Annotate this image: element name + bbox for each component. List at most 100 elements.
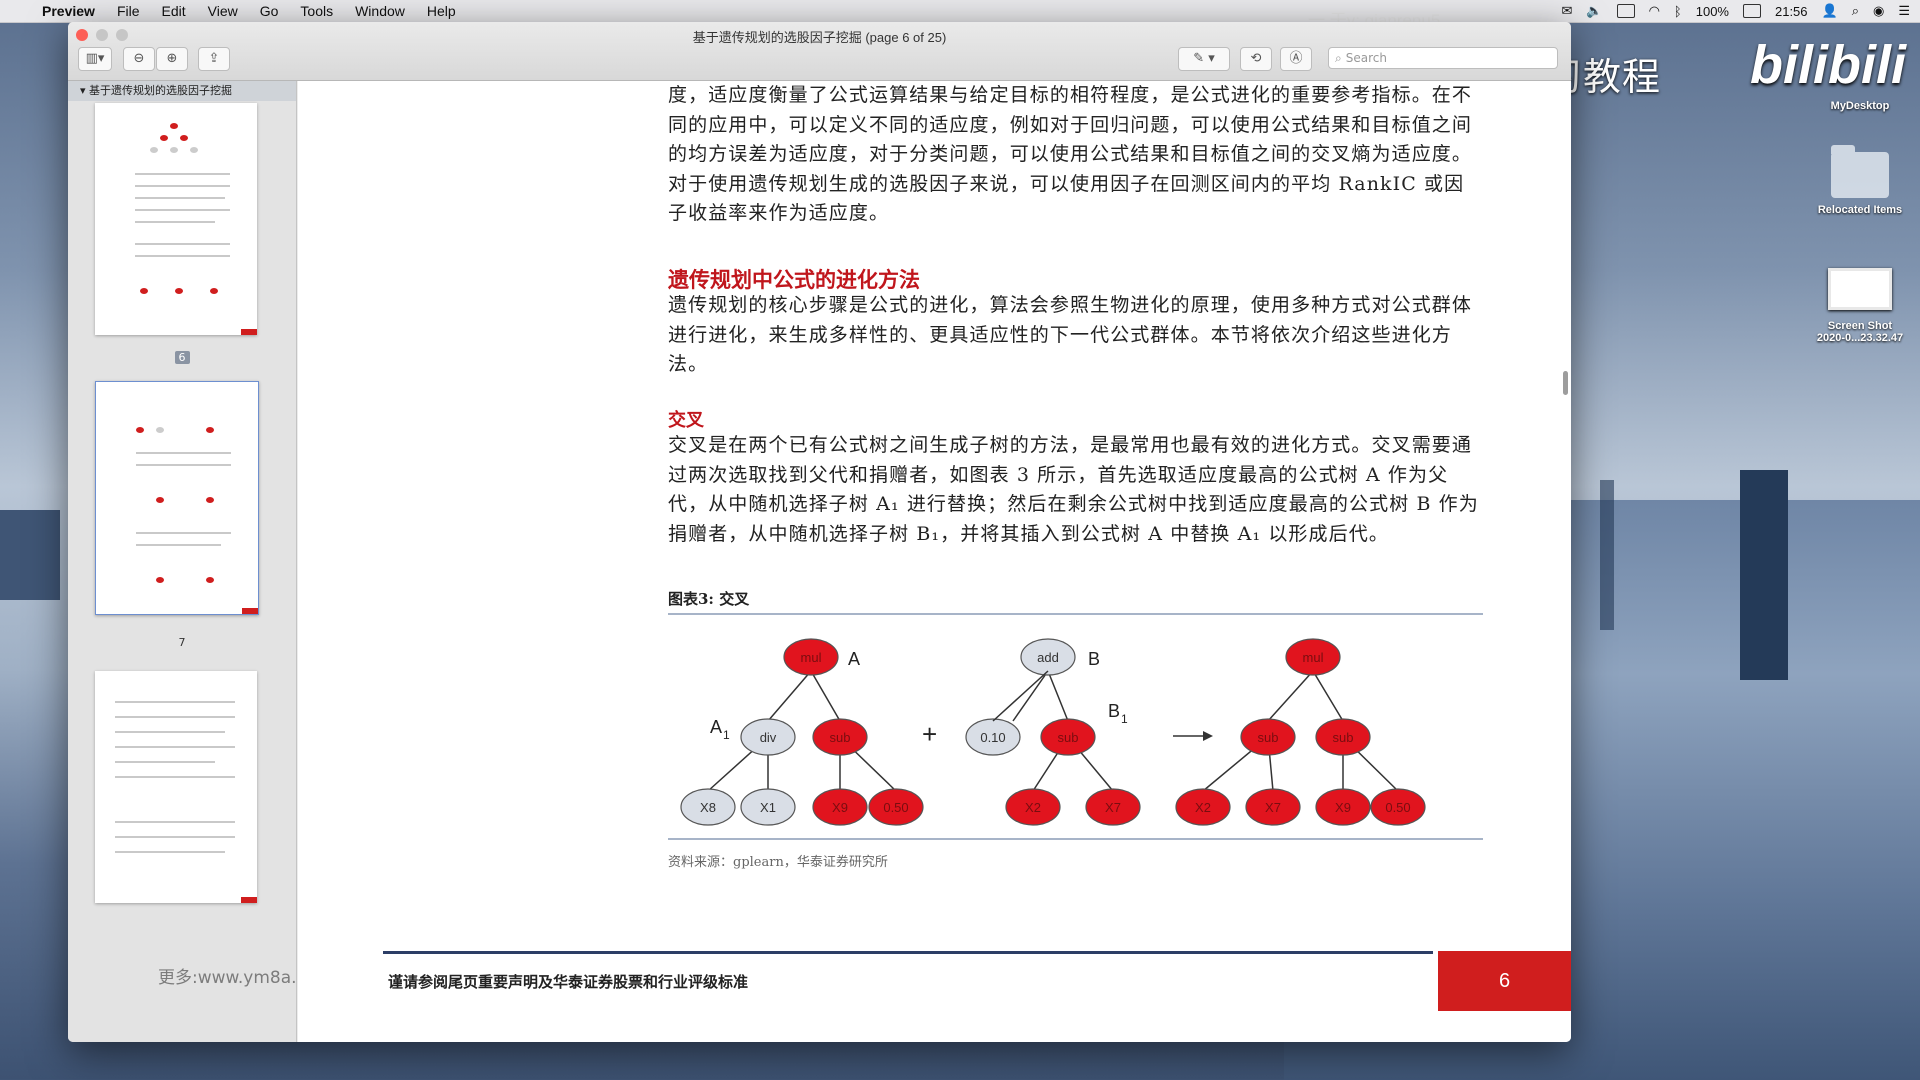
tag-a1: A <box>710 717 722 737</box>
desktop-icon-label: Screen Shot <box>1827 320 1893 332</box>
footer-disclaimer: 谨请参阅尾页重要声明及华泰证券股票和行业评级标准 <box>388 973 749 991</box>
plus-sign: + <box>922 719 937 749</box>
thumb-node <box>210 288 218 294</box>
thumb-text-line <box>115 716 235 718</box>
scrollbar-thumb[interactable] <box>1563 371 1568 395</box>
edge <box>767 670 812 722</box>
figure-caption: 图表3: 交叉 <box>668 590 750 608</box>
thumb-text-line <box>115 731 225 733</box>
thumb-text-line <box>115 776 235 778</box>
markup-pen-button[interactable]: ✎ ▾ <box>1178 47 1230 71</box>
label-b-sub: sub <box>1058 730 1079 745</box>
page-number-label: 6 <box>68 351 296 364</box>
crossover-diagram: mul div sub X8 X1 X9 0.50 add 0.10 sub X… <box>680 638 1426 826</box>
thumb-node <box>156 497 164 503</box>
zoom-out-button[interactable]: ⊖ <box>123 47 155 71</box>
thumb-node <box>175 288 183 294</box>
label-c-sub1: sub <box>1258 730 1279 745</box>
thumb-footer-mark <box>241 897 257 903</box>
user-icon[interactable]: 👤 <box>1822 3 1838 19</box>
page-thumbnail-6-selected[interactable] <box>95 381 259 615</box>
desktop-icon-sublabel: 2020-0...23.32.47 <box>1816 332 1904 344</box>
tag-a: A <box>848 649 860 669</box>
page-thumbnail-7[interactable] <box>95 671 257 903</box>
thumb-text-line <box>136 544 221 546</box>
wifi-icon[interactable]: ◠ <box>1649 3 1660 19</box>
bridge-tower <box>1740 470 1788 680</box>
window-titlebar[interactable]: 基于遗传规划的选股因子挖掘 (page 6 of 25) ▥▾ ⊖ ⊕ ⇪ ✎ … <box>68 22 1571 81</box>
edge <box>810 670 841 722</box>
thumb-text-line <box>115 701 235 703</box>
label-a-x9: X9 <box>832 800 848 815</box>
page-number-label: 7 <box>178 636 186 649</box>
search-icon[interactable]: ⌕ <box>1852 3 1859 19</box>
search-placeholder: Search <box>1345 51 1387 65</box>
thumb-node <box>156 577 164 583</box>
tree-a <box>680 638 1426 826</box>
menu-bar: Preview File Edit View Go Tools Window H… <box>0 0 1920 23</box>
siri-icon[interactable]: ◉ <box>1873 3 1884 19</box>
thumb-text-line <box>135 185 230 187</box>
label-a-root: mul <box>801 650 822 665</box>
bilibili-logo: bilibili <box>1750 35 1906 95</box>
display-icon[interactable] <box>1616 4 1635 18</box>
window-title: 基于遗传规划的选股因子挖掘 (page 6 of 25) <box>692 30 947 45</box>
sidebar-doc-title-text: 基于遗传规划的选股因子挖掘 <box>89 84 233 97</box>
label-c-x2: X2 <box>1195 800 1211 815</box>
thumb-node <box>180 135 188 141</box>
edge <box>1012 670 1049 722</box>
thumb-node <box>206 577 214 583</box>
menu-go[interactable]: Go <box>260 3 279 19</box>
thumb-node <box>140 288 148 294</box>
battery-icon <box>1742 4 1761 18</box>
thumb-text-line <box>135 255 230 257</box>
menu-view[interactable]: View <box>208 3 238 19</box>
desktop-icon-relocated-items[interactable]: Relocated Items <box>1800 145 1920 216</box>
desktop-icon-screenshot[interactable]: Screen Shot 2020-0...23.32.47 <box>1795 268 1920 344</box>
menu-help[interactable]: Help <box>427 3 456 19</box>
thumb-text-line <box>135 243 230 245</box>
rotate-button[interactable]: ⟲ <box>1240 47 1272 71</box>
thumb-node <box>206 497 214 503</box>
bluetooth-icon[interactable]: ᛒ <box>1674 4 1682 19</box>
wechat-icon[interactable]: ✉ <box>1561 3 1572 19</box>
menu-file[interactable]: File <box>117 3 140 19</box>
page-number-box: 6 <box>1438 951 1571 1011</box>
page-thumbnail-5[interactable] <box>95 103 257 335</box>
menu-tools[interactable]: Tools <box>300 3 333 19</box>
image-file-icon <box>1828 268 1892 310</box>
sidebar-document-title[interactable]: ▾ 基于遗传规划的选股因子挖掘 <box>68 81 296 101</box>
menu-app-name[interactable]: Preview <box>42 3 95 19</box>
arrow-head <box>1203 731 1213 741</box>
sidebar-toggle-button[interactable]: ▥▾ <box>78 47 112 71</box>
label-b-root: add <box>1037 650 1059 665</box>
menu-window[interactable]: Window <box>355 3 405 19</box>
thumb-text-line <box>135 197 225 199</box>
thumb-text-line <box>136 532 231 534</box>
thumb-text-line <box>115 761 215 763</box>
label-a-x8: X8 <box>700 800 716 815</box>
desktop-icon-mydesktop[interactable]: MyDesktop <box>1805 100 1915 112</box>
edge <box>992 670 1049 722</box>
thumb-node <box>206 427 214 433</box>
annotate-button[interactable]: Ⓐ <box>1280 47 1312 71</box>
menu-edit[interactable]: Edit <box>162 3 186 19</box>
thumb-footer-mark <box>241 329 257 335</box>
volume-icon[interactable]: 🔈 <box>1586 3 1602 19</box>
label-c-050: 0.50 <box>1385 800 1410 815</box>
battery-label[interactable]: 100% <box>1696 4 1729 19</box>
thumb-text-line <box>115 746 235 748</box>
zoom-in-button[interactable]: ⊕ <box>156 47 188 71</box>
clock[interactable]: 21:56 <box>1775 4 1808 19</box>
preview-window: 基于遗传规划的选股因子挖掘 (page 6 of 25) ▥▾ ⊖ ⊕ ⇪ ✎ … <box>68 22 1571 1042</box>
search-input[interactable]: ⌕ Search <box>1328 47 1558 69</box>
figure-bottom-rule <box>668 838 1483 840</box>
site-watermark: 更多:www.ym8a.cn <box>158 968 297 988</box>
thumb-node <box>150 147 158 153</box>
thumb-node <box>170 123 178 129</box>
tag-a1-sub: 1 <box>723 728 730 742</box>
thumb-node <box>170 147 178 153</box>
notification-center-icon[interactable]: ☰ <box>1898 3 1910 19</box>
share-button[interactable]: ⇪ <box>198 47 230 71</box>
intro-paragraph: 度，适应度衡量了公式运算结果与给定目标的相符程度，是公式进化的重要参考指标。在不… <box>668 84 1473 224</box>
